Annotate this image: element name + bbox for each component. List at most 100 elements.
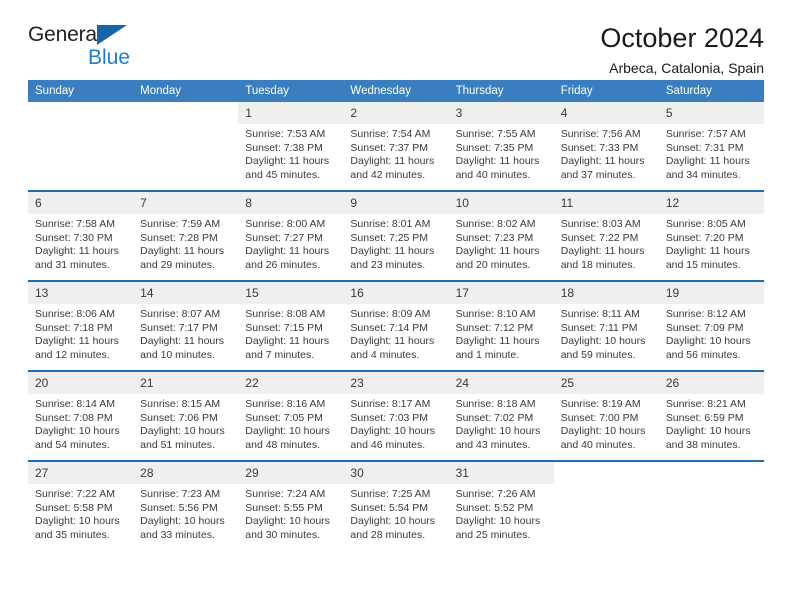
day-number: 9 — [343, 192, 449, 214]
calendar-day-cell[interactable]: 7 Sunrise: 7:59 AM Sunset: 7:28 PM Daylight… — [133, 192, 239, 280]
calendar-day-cell[interactable]: 31 Sunrise: 7:26 AM Sunset: 5:52 PM Dayligh… — [448, 462, 554, 550]
day-number: 16 — [343, 282, 449, 304]
sunset-text: Sunset: 7:03 PM — [350, 411, 429, 424]
sunrise-text: Sunrise: 7:54 AM — [350, 128, 431, 140]
calendar-day-cell[interactable]: 6 Sunrise: 7:58 AM Sunset: 7:30 PM Daylight… — [28, 192, 134, 280]
logo-wordmark-general: General — [28, 24, 158, 45]
sunrise-text: Sunrise: 7:23 AM — [140, 488, 221, 500]
sunrise-text: Sunrise: 7:24 AM — [245, 488, 326, 500]
calendar-day-cell[interactable]: 19 Sunrise: 8:12 AM Sunset: 7:09 PM Dayligh… — [658, 282, 764, 370]
sunrise-text: Sunrise: 8:01 AM — [350, 218, 431, 230]
daylight-text: Daylight: 11 hours and 10 minutes. — [140, 335, 224, 361]
calendar-day-cell[interactable]: 2 Sunrise: 7:54 AM Sunset: 7:37 PM Daylight… — [343, 102, 449, 190]
day-sun-info: Sunrise: 8:09 AM Sunset: 7:14 PM Daylight:… — [343, 304, 448, 362]
calendar-day-cell[interactable]: 18 Sunrise: 8:11 AM Sunset: 7:11 PM Dayligh… — [553, 282, 659, 370]
day-sun-info: Sunrise: 8:02 AM Sunset: 7:23 PM Daylight:… — [449, 214, 554, 272]
day-sun-info: Sunrise: 7:58 AM Sunset: 7:30 PM Daylight:… — [28, 214, 133, 272]
weekday-header-wednesday: Wednesday — [343, 80, 449, 102]
day-number: 13 — [28, 282, 134, 304]
calendar-day-cell[interactable]: 4 Sunrise: 7:56 AM Sunset: 7:33 PM Daylight… — [553, 102, 659, 190]
calendar-day-cell[interactable]: 20 Sunrise: 8:14 AM Sunset: 7:08 PM Dayligh… — [28, 372, 134, 460]
day-number: 10 — [448, 192, 554, 214]
sunset-text: Sunset: 7:23 PM — [455, 231, 534, 244]
day-number: 2 — [343, 102, 449, 124]
sunrise-text: Sunrise: 7:22 AM — [35, 488, 115, 500]
calendar-day-cell[interactable]: 23 Sunrise: 8:17 AM Sunset: 7:03 PM Dayligh… — [343, 372, 449, 460]
calendar-day-cell[interactable]: 14 Sunrise: 8:07 AM Sunset: 7:17 PM Dayligh… — [133, 282, 239, 370]
sunrise-text: Sunrise: 8:00 AM — [245, 218, 326, 230]
calendar-day-cell[interactable]: 26 Sunrise: 8:21 AM Sunset: 6:59 PM Dayligh… — [658, 372, 764, 460]
day-sun-info: Sunrise: 7:55 AM Sunset: 7:35 PM Daylight:… — [449, 124, 554, 182]
day-sun-info: Sunrise: 7:23 AM Sunset: 5:56 PM Daylight:… — [133, 484, 238, 542]
day-sun-info: Sunrise: 7:53 AM Sunset: 7:38 PM Daylight:… — [238, 124, 343, 182]
daylight-text: Daylight: 11 hours and 20 minutes. — [455, 245, 540, 271]
calendar-day-cell[interactable]: 5 Sunrise: 7:57 AM Sunset: 7:31 PM Daylight… — [658, 102, 764, 190]
sunset-text: Sunset: 7:28 PM — [140, 231, 218, 244]
calendar-day-cell[interactable]: 28 Sunrise: 7:23 AM Sunset: 5:56 PM Dayligh… — [133, 462, 239, 550]
daylight-text: Daylight: 10 hours and 40 minutes. — [560, 425, 646, 451]
day-sun-info: Sunrise: 7:24 AM Sunset: 5:55 PM Daylight:… — [238, 484, 343, 542]
calendar-day-cell[interactable]: 22 Sunrise: 8:16 AM Sunset: 7:05 PM Dayligh… — [238, 372, 344, 460]
calendar-day-cell[interactable]: 10 Sunrise: 8:02 AM Sunset: 7:23 PM Dayligh… — [448, 192, 554, 280]
weekday-header-monday: Monday — [133, 80, 239, 102]
day-number: 22 — [238, 372, 344, 394]
daylight-text: Daylight: 10 hours and 38 minutes. — [665, 425, 751, 451]
calendar-day-cell[interactable]: 29 Sunrise: 7:24 AM Sunset: 5:55 PM Dayligh… — [238, 462, 344, 550]
calendar-day-cell[interactable]: 17 Sunrise: 8:10 AM Sunset: 7:12 PM Dayligh… — [448, 282, 554, 370]
calendar-day-cell[interactable]: 15 Sunrise: 8:08 AM Sunset: 7:15 PM Dayligh… — [238, 282, 344, 370]
calendar-grid: Sunday Monday Tuesday Wednesday Thursday… — [28, 80, 764, 550]
day-sun-info: Sunrise: 8:21 AM Sunset: 6:59 PM Daylight:… — [659, 394, 764, 452]
calendar-day-cell[interactable]: 9 Sunrise: 8:01 AM Sunset: 7:25 PM Daylight… — [343, 192, 449, 280]
daylight-text: Daylight: 10 hours and 30 minutes. — [245, 515, 330, 541]
day-sun-info: Sunrise: 8:00 AM Sunset: 7:27 PM Daylight:… — [238, 214, 343, 272]
daylight-text: Daylight: 11 hours and 31 minutes. — [35, 245, 119, 271]
daylight-text: Daylight: 10 hours and 28 minutes. — [350, 515, 436, 541]
weekday-header-thursday: Thursday — [448, 80, 554, 102]
calendar-day-cell[interactable]: 30 Sunrise: 7:25 AM Sunset: 5:54 PM Dayligh… — [343, 462, 449, 550]
calendar-day-cell[interactable]: 8 Sunrise: 8:00 AM Sunset: 7:27 PM Daylight… — [238, 192, 344, 280]
day-sun-info: Sunrise: 8:05 AM Sunset: 7:20 PM Daylight:… — [659, 214, 764, 272]
daylight-text: Daylight: 11 hours and 40 minutes. — [455, 155, 540, 181]
calendar-day-cell[interactable]: 24 Sunrise: 8:18 AM Sunset: 7:02 PM Dayligh… — [448, 372, 554, 460]
calendar-day-cell[interactable]: 16 Sunrise: 8:09 AM Sunset: 7:14 PM Dayligh… — [343, 282, 449, 370]
day-sun-info: Sunrise: 8:14 AM Sunset: 7:08 PM Daylight:… — [28, 394, 133, 452]
day-number: 15 — [238, 282, 344, 304]
sunrise-text: Sunrise: 8:06 AM — [35, 308, 115, 320]
calendar-day-cell[interactable]: 12 Sunrise: 8:05 AM Sunset: 7:20 PM Dayligh… — [658, 192, 764, 280]
sunset-text: Sunset: 7:11 PM — [560, 321, 638, 334]
daylight-text: Daylight: 10 hours and 51 minutes. — [140, 425, 225, 451]
day-number: 4 — [553, 102, 659, 124]
calendar-day-cell[interactable]: 3 Sunrise: 7:55 AM Sunset: 7:35 PM Daylight… — [448, 102, 554, 190]
sunset-text: Sunset: 7:08 PM — [35, 411, 113, 424]
sunset-text: Sunset: 7:00 PM — [560, 411, 639, 424]
sunset-text: Sunset: 5:55 PM — [245, 501, 323, 514]
sunrise-text: Sunrise: 7:26 AM — [455, 488, 536, 500]
day-number: 25 — [553, 372, 659, 394]
day-number: 27 — [28, 462, 134, 484]
calendar-day-cell[interactable]: 11 Sunrise: 8:03 AM Sunset: 7:22 PM Dayligh… — [553, 192, 659, 280]
calendar-day-cell[interactable]: 21 Sunrise: 8:15 AM Sunset: 7:06 PM Dayligh… — [133, 372, 239, 460]
day-sun-info: Sunrise: 7:54 AM Sunset: 7:37 PM Daylight:… — [343, 124, 448, 182]
day-number — [554, 462, 659, 484]
day-sun-info: Sunrise: 7:57 AM Sunset: 7:31 PM Daylight:… — [659, 124, 764, 182]
day-number: 3 — [448, 102, 554, 124]
page-header: General Blue October 2024 Arbeca, Catalo… — [28, 0, 764, 76]
calendar-day-cell[interactable]: 1 Sunrise: 7:53 AM Sunset: 7:38 PM Daylight… — [238, 102, 344, 190]
day-sun-info: Sunrise: 8:06 AM Sunset: 7:18 PM Daylight:… — [28, 304, 133, 362]
daylight-text: Daylight: 10 hours and 43 minutes. — [455, 425, 541, 451]
day-number: 24 — [448, 372, 554, 394]
calendar-day-cell[interactable]: 25 Sunrise: 8:19 AM Sunset: 7:00 PM Dayligh… — [553, 372, 659, 460]
day-sun-info: Sunrise: 8:16 AM Sunset: 7:05 PM Daylight:… — [238, 394, 343, 452]
weekday-header-tuesday: Tuesday — [238, 80, 344, 102]
daylight-text: Daylight: 11 hours and 7 minutes. — [245, 335, 330, 361]
day-number: 17 — [448, 282, 554, 304]
day-sun-info: Sunrise: 8:12 AM Sunset: 7:09 PM Daylight:… — [659, 304, 764, 362]
sunset-text: Sunset: 6:59 PM — [665, 411, 744, 424]
sunset-text: Sunset: 5:52 PM — [455, 501, 534, 514]
sunset-text: Sunset: 7:25 PM — [350, 231, 429, 244]
calendar-body: 1 Sunrise: 7:53 AM Sunset: 7:38 PM Daylight… — [28, 102, 764, 550]
calendar-day-cell[interactable]: 13 Sunrise: 8:06 AM Sunset: 7:18 PM Dayligh… — [28, 282, 134, 370]
day-sun-info: Sunrise: 8:15 AM Sunset: 7:06 PM Daylight:… — [133, 394, 238, 452]
calendar-day-cell[interactable]: 27 Sunrise: 7:22 AM Sunset: 5:58 PM Dayligh… — [28, 462, 134, 550]
daylight-text: Daylight: 11 hours and 34 minutes. — [665, 155, 750, 181]
